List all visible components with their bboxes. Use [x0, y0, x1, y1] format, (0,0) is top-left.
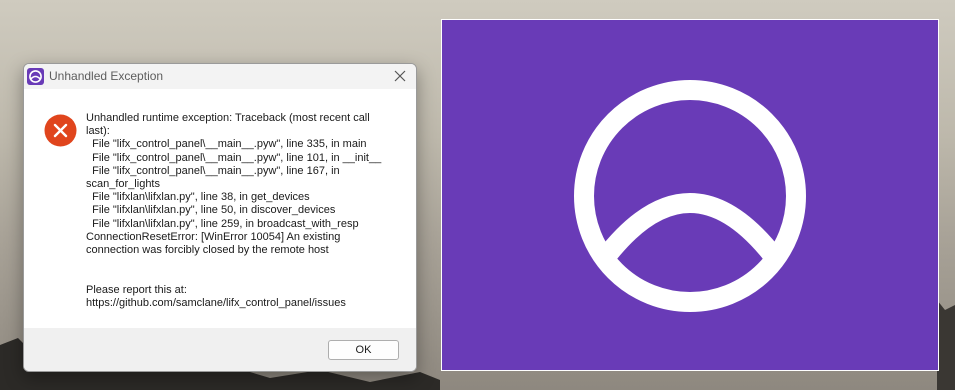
app-logo-icon	[27, 68, 44, 85]
dialog-footer: OK	[24, 328, 416, 371]
splash-window	[441, 19, 939, 371]
close-icon	[394, 70, 406, 82]
close-button[interactable]	[384, 64, 416, 89]
exception-message: Unhandled runtime exception: Traceback (…	[86, 112, 382, 309]
dialog-titlebar[interactable]: Unhandled Exception	[24, 64, 416, 89]
app-logo-icon	[574, 80, 806, 312]
exception-dialog: Unhandled Exception Unhandled runtime ex…	[23, 63, 417, 372]
dialog-title: Unhandled Exception	[49, 69, 164, 83]
error-icon	[44, 114, 77, 147]
ok-button[interactable]: OK	[328, 340, 399, 360]
